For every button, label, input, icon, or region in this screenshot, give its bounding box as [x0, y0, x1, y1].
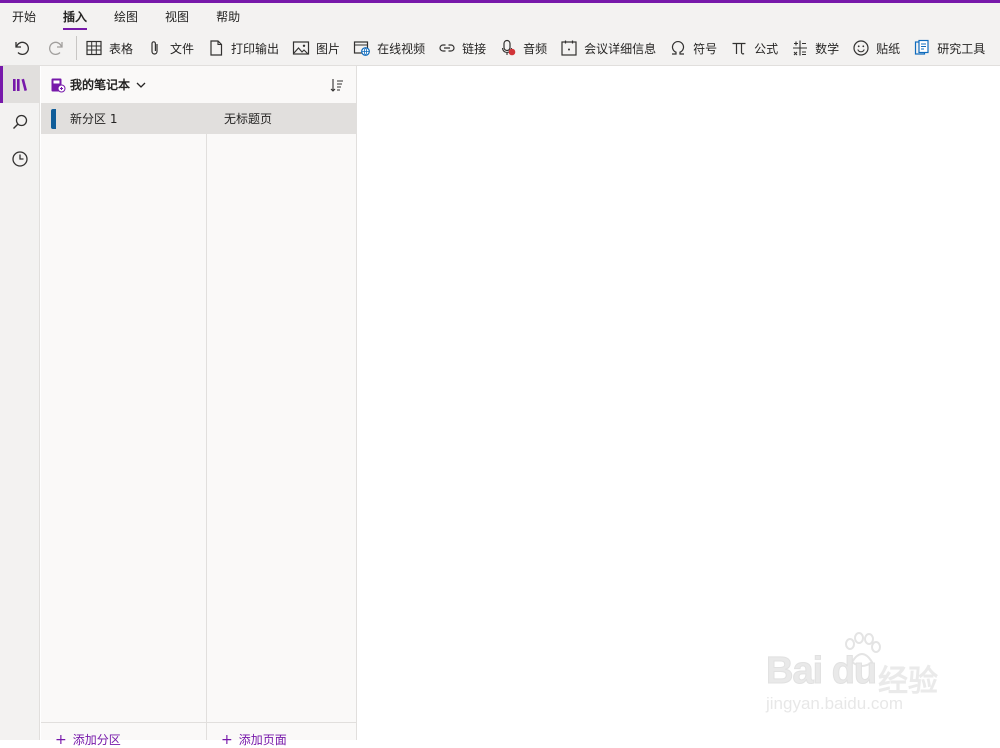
insert-meeting-details-button[interactable]: 会议详细信息: [560, 31, 656, 65]
tab-draw[interactable]: 绘图: [102, 3, 138, 31]
insert-symbol-button[interactable]: 符号: [669, 31, 717, 65]
printout-label: 打印输出: [231, 41, 280, 56]
watermark-url: jingyan.baidu.com: [766, 694, 904, 713]
notebooks-icon: [13, 78, 27, 91]
insert-printout-button[interactable]: 打印输出: [207, 31, 279, 65]
ribbon: 开始 插入 绘图 视图 帮助 表格 文件 打印输出 图片 在线视频 链接 音频 …: [0, 3, 1000, 66]
calendar-icon: [561, 40, 577, 56]
tab-insert[interactable]: 插入: [51, 3, 88, 31]
table-icon: [86, 40, 102, 56]
undo-icon: [15, 41, 29, 55]
section-label: 新分区 1: [70, 112, 118, 126]
recent-clock-icon: [12, 150, 28, 167]
omega-icon: [672, 40, 685, 55]
insert-table-button[interactable]: 表格: [85, 31, 133, 65]
research-label: 研究工具: [937, 41, 986, 56]
pi-icon: [732, 42, 746, 55]
undo-button[interactable]: [12, 31, 30, 65]
footer-divider: [41, 722, 357, 723]
file-label: 文件: [170, 41, 195, 56]
symbol-label: 符号: [693, 41, 718, 56]
sort-icon[interactable]: [329, 77, 345, 93]
link-label: 链接: [462, 41, 487, 56]
tab-help[interactable]: 帮助: [204, 3, 240, 31]
research-icon: [915, 39, 929, 55]
page-item[interactable]: 无标题页: [207, 103, 357, 134]
research-tool-button[interactable]: 研究工具: [913, 31, 985, 65]
picture-label: 图片: [316, 41, 341, 56]
watermark-brand: Bai du: [765, 650, 877, 693]
redo-button[interactable]: [48, 31, 66, 65]
page-list: 无标题页: [207, 103, 357, 740]
tab-home-label: 开始: [12, 10, 37, 24]
notebook-selector[interactable]: 我的笔记本: [41, 66, 357, 103]
table-label: 表格: [109, 41, 134, 56]
insert-toolbar: 表格 文件 打印输出 图片 在线视频 链接 音频 会议详细信息 符号 公式 数学…: [0, 31, 1000, 65]
document-icon: [210, 40, 223, 56]
tab-home[interactable]: 开始: [0, 3, 36, 31]
insert-link-button[interactable]: 链接: [438, 31, 486, 65]
math-label: 数学: [815, 41, 840, 56]
search-button[interactable]: [0, 103, 40, 140]
section-list: 新分区 1: [41, 103, 207, 740]
page-label: 无标题页: [224, 112, 273, 126]
active-tab-underline: [63, 28, 88, 30]
notebook-title: 我的笔记本: [70, 78, 131, 92]
chevron-down-icon: [136, 82, 146, 88]
picture-icon: [292, 41, 310, 55]
tab-help-label: 帮助: [216, 10, 241, 24]
insert-audio-button[interactable]: 音频: [499, 31, 547, 65]
audio-label: 音频: [523, 41, 548, 56]
link-icon: [439, 44, 455, 52]
insert-picture-button[interactable]: 图片: [292, 31, 340, 65]
recent-button[interactable]: [0, 140, 40, 177]
menu-tabs: 开始 插入 绘图 视图 帮助: [0, 3, 255, 31]
section-item[interactable]: 新分区 1: [41, 103, 206, 134]
baidu-watermark: Bai du 经验 jingyan.baidu.com: [765, 632, 952, 726]
insert-equation-button[interactable]: 公式: [730, 31, 778, 65]
section-color-tab: [50, 108, 57, 130]
redo-icon: [49, 41, 63, 55]
search-icon: [13, 114, 28, 129]
insert-math-button[interactable]: 数学: [791, 31, 839, 65]
insert-file-button[interactable]: 文件: [146, 31, 194, 65]
tab-draw-label: 绘图: [114, 10, 139, 24]
tab-insert-label: 插入: [63, 10, 88, 24]
online-video-label: 在线视频: [377, 41, 426, 56]
left-rail: [0, 66, 40, 740]
meeting-details-label: 会议详细信息: [584, 41, 657, 56]
tab-view-label: 视图: [165, 10, 190, 24]
audio-record-icon: [502, 39, 516, 56]
insert-sticker-button[interactable]: 贴纸: [852, 31, 900, 65]
smiley-icon: [853, 40, 869, 56]
notebooks-button[interactable]: [0, 66, 40, 103]
math-icon: [793, 40, 808, 56]
sticker-label: 贴纸: [876, 41, 901, 56]
paperclip-icon: [151, 41, 158, 55]
toolbar-divider: [76, 36, 77, 60]
navigation-panel: 我的笔记本 新分区 1 无标题页 + 添加分区 + 添加页面: [41, 66, 357, 748]
tab-view[interactable]: 视图: [153, 3, 189, 31]
online-video-icon: [353, 41, 370, 56]
insert-online-video-button[interactable]: 在线视频: [353, 31, 425, 65]
equation-label: 公式: [754, 41, 779, 56]
notebook-icon: [51, 78, 66, 92]
